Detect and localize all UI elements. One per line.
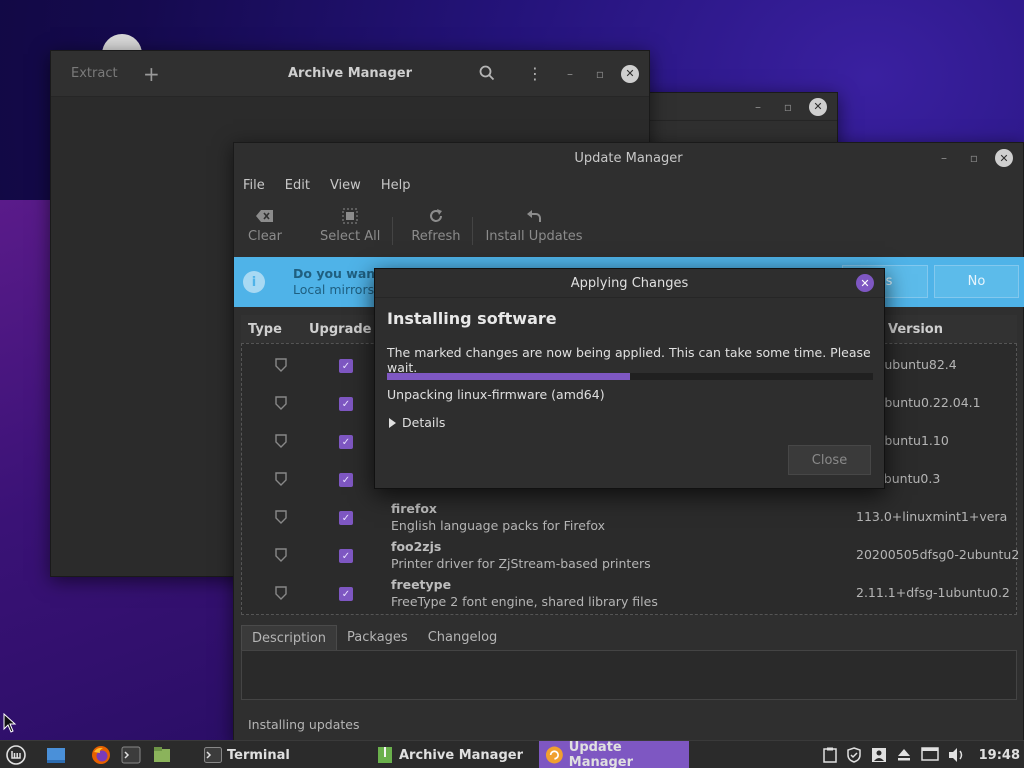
list-item[interactable]: ✓ freetype FreeType 2 font engine, share… (242, 575, 1016, 613)
terminal-icon[interactable] (121, 745, 141, 765)
status-text: Installing updates (248, 717, 360, 732)
task-update-manager[interactable]: Update Manager (539, 740, 689, 768)
shield-icon (275, 586, 287, 600)
system-tray: 19:48 (822, 741, 1024, 768)
refresh-button[interactable]: Refresh (393, 207, 472, 244)
progress-status: Unpacking linux-firmware (amd64) (387, 387, 605, 402)
package-name: foo2zjs (391, 539, 442, 554)
minimize-icon[interactable]: – (561, 65, 579, 83)
shield-icon (275, 396, 287, 410)
window-title: Archive Manager (288, 66, 412, 81)
progress-fill (387, 373, 630, 380)
minimize-icon[interactable]: – (749, 98, 767, 116)
menu-icon[interactable]: ⋮ (527, 64, 543, 83)
clock[interactable]: 19:48 (979, 748, 1020, 763)
tab-changelog[interactable]: Changelog (418, 625, 508, 651)
close-icon[interactable]: ✕ (809, 97, 827, 116)
show-desktop-icon[interactable] (46, 745, 66, 765)
task-archive-manager[interactable]: Archive Manager (370, 741, 529, 768)
upgrade-checkbox[interactable]: ✓ (339, 549, 353, 563)
extract-button[interactable]: Extract (71, 66, 118, 81)
menu-edit[interactable]: Edit (285, 178, 310, 194)
menu-view[interactable]: View (330, 178, 361, 194)
upgrade-checkbox[interactable]: ✓ (339, 397, 353, 411)
refresh-icon (428, 207, 444, 225)
info-icon: i (243, 271, 265, 293)
package-description: English language packs for Firefox (391, 518, 606, 533)
info-subtitle: Local mirrors a (293, 282, 386, 297)
display-icon[interactable] (920, 747, 939, 763)
dialog-title: Applying Changes (570, 275, 689, 291)
menu-help[interactable]: Help (381, 178, 411, 194)
package-description: Printer driver for ZjStream-based printe… (391, 556, 651, 571)
minimize-icon[interactable]: – (935, 149, 953, 167)
undo-arrow-icon (526, 207, 542, 225)
close-button[interactable]: Close (788, 445, 871, 475)
upgrade-checkbox[interactable]: ✓ (339, 587, 353, 601)
list-item[interactable]: ✓ firefox English language packs for Fir… (242, 499, 1016, 537)
shield-tray-icon[interactable] (846, 747, 862, 763)
no-button[interactable]: No (934, 265, 1019, 298)
package-name: firefox (391, 501, 437, 516)
clear-button[interactable]: Clear (234, 207, 294, 244)
search-icon[interactable] (479, 65, 495, 81)
window-title: Update Manager (574, 150, 683, 166)
eject-icon[interactable] (896, 747, 912, 763)
maximize-icon[interactable]: ▫ (591, 65, 609, 83)
user-icon[interactable] (871, 747, 887, 763)
archive-icon (378, 747, 392, 763)
tab-description[interactable]: Description (241, 625, 338, 651)
mouse-cursor-icon (3, 713, 17, 733)
maximize-icon[interactable]: ▫ (965, 149, 983, 167)
progress-bar (387, 373, 873, 380)
close-icon[interactable]: ✕ (995, 149, 1013, 167)
shield-icon (275, 472, 287, 486)
detail-tabs: Description Packages Changelog (241, 625, 507, 651)
list-item[interactable]: ✓ foo2zjs Printer driver for ZjStream-ba… (242, 537, 1020, 575)
dialog-message: The marked changes are now being applied… (387, 345, 871, 375)
tab-packages[interactable]: Packages (337, 625, 418, 651)
shield-icon (275, 434, 287, 448)
close-icon[interactable]: ✕ (856, 274, 874, 292)
upgrade-checkbox[interactable]: ✓ (339, 359, 353, 373)
install-updates-button[interactable]: Install Updates (473, 207, 594, 244)
clipboard-icon[interactable] (822, 747, 837, 763)
upgrade-checkbox[interactable]: ✓ (339, 511, 353, 525)
taskbar: Terminal Archive Manager Update Manager … (0, 740, 1024, 768)
menu-bar: File Edit View Help (234, 173, 1023, 199)
applying-changes-dialog[interactable]: Applying Changes ✕ Installing software T… (374, 268, 885, 489)
upgrade-checkbox[interactable]: ✓ (339, 435, 353, 449)
shield-icon (275, 548, 287, 562)
package-description: FreeType 2 font engine, shared library f… (391, 594, 658, 609)
package-version: 113.0+linuxmint1+vera (856, 509, 1008, 524)
select-all-icon (342, 207, 358, 225)
package-name: freetype (391, 577, 452, 592)
column-type[interactable]: Type (248, 322, 282, 337)
update-shield-icon (545, 746, 563, 764)
backspace-icon (256, 207, 274, 225)
select-all-button[interactable]: Select All (294, 207, 392, 244)
shield-icon (275, 358, 287, 372)
maximize-icon[interactable]: ▫ (779, 98, 797, 116)
toolbar: Clear Select All Refresh Install Updates (234, 199, 1023, 257)
column-upgrade[interactable]: Upgrade (309, 322, 371, 337)
files-icon[interactable] (152, 745, 172, 765)
close-icon[interactable]: ✕ (621, 64, 639, 83)
terminal-icon (204, 747, 222, 763)
upgrade-checkbox[interactable]: ✓ (339, 473, 353, 487)
triangle-right-icon (389, 417, 396, 428)
column-version[interactable]: Version (888, 322, 943, 337)
task-terminal[interactable]: Terminal (198, 741, 296, 768)
package-version: 20200505dfsg0-2ubuntu2 (856, 547, 1020, 562)
details-expander[interactable]: Details (389, 415, 445, 430)
dialog-heading: Installing software (387, 309, 557, 328)
shield-icon (275, 510, 287, 524)
menu-file[interactable]: File (243, 178, 265, 194)
firefox-icon[interactable] (91, 745, 111, 765)
add-icon[interactable]: + (143, 62, 160, 86)
mint-menu-icon[interactable] (6, 745, 26, 765)
package-version: 2.11.1+dfsg-1ubuntu0.2 (856, 585, 1010, 600)
volume-icon[interactable] (948, 747, 966, 763)
description-panel (241, 650, 1017, 700)
